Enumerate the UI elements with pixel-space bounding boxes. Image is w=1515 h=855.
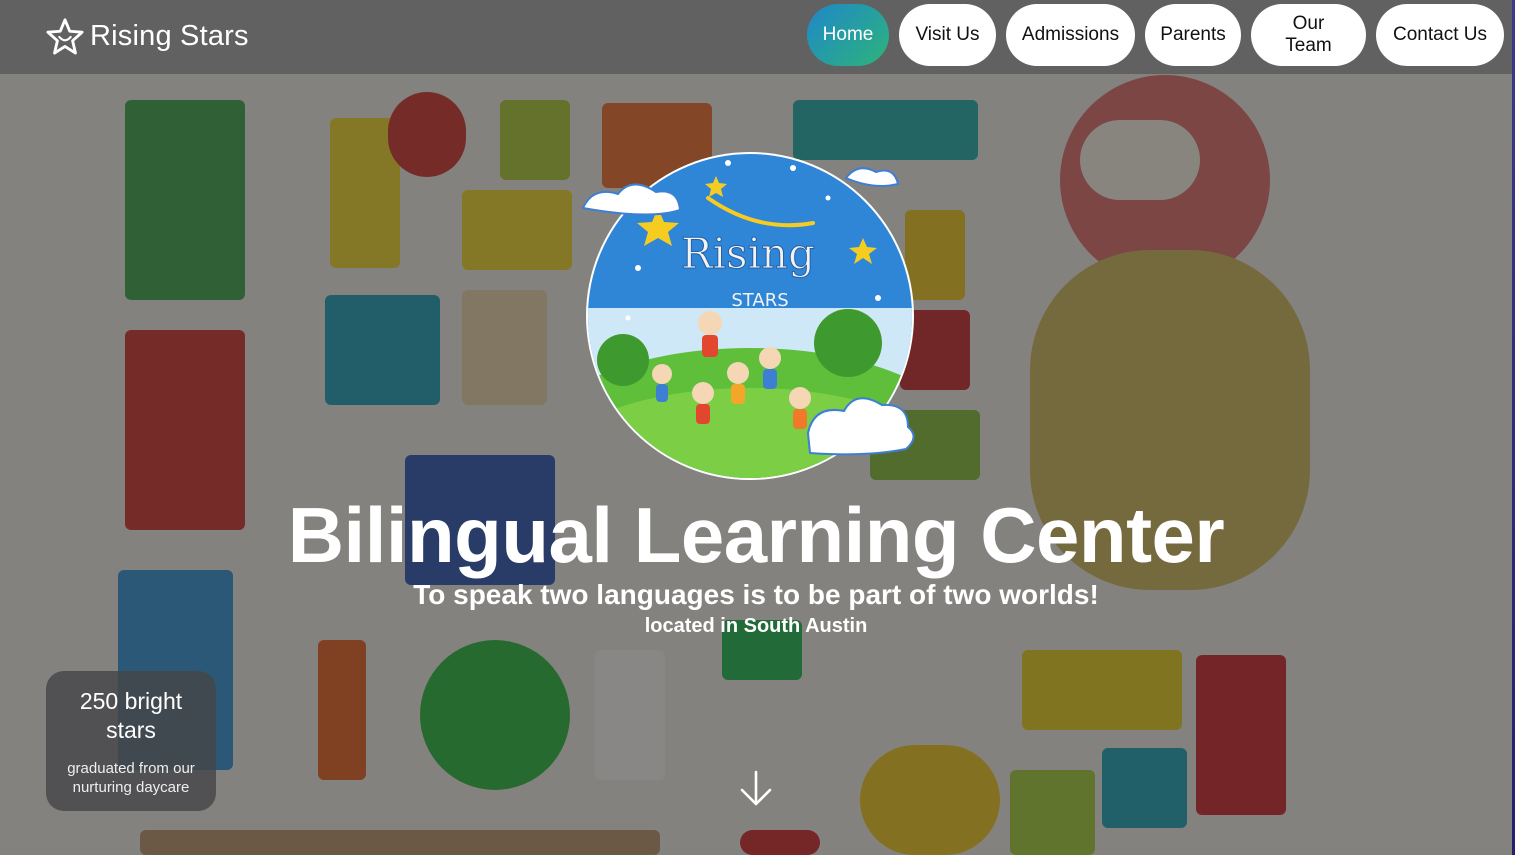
- nav-home[interactable]: Home: [807, 4, 889, 66]
- main-nav: Home Visit Us Admissions Parents Our Tea…: [807, 4, 1504, 66]
- brand-logo-link[interactable]: Rising Stars: [46, 15, 249, 57]
- hero-subtitle: To speak two languages is to be part of …: [413, 579, 1099, 610]
- nav-our-team[interactable]: Our Team: [1251, 4, 1366, 66]
- nav-contact-us[interactable]: Contact Us: [1376, 4, 1504, 66]
- rising-stars-logo: Rising STARS: [578, 138, 928, 493]
- stat-caption: graduated from our nurturing daycare: [67, 760, 195, 796]
- star-outline-icon: [46, 18, 84, 55]
- logo-word-stars: STARS: [731, 290, 788, 311]
- arrow-down-icon[interactable]: [738, 770, 774, 808]
- brand-name: Rising Stars: [90, 19, 249, 52]
- nav-admissions[interactable]: Admissions: [1006, 4, 1135, 66]
- nav-visit-us[interactable]: Visit Us: [899, 4, 996, 66]
- logo-word-rising: Rising: [681, 229, 815, 278]
- hero-title: Bilingual Learning Center: [287, 491, 1225, 579]
- nav-parents[interactable]: Parents: [1145, 4, 1241, 66]
- stat-number: 250 bright stars: [79, 688, 183, 743]
- graduates-stat-card: 250 bright stars graduated from our nurt…: [46, 671, 216, 811]
- site-header: Rising Stars Home Visit Us Admissions Pa…: [0, 0, 1512, 74]
- hero-location: located in South Austin: [644, 615, 868, 637]
